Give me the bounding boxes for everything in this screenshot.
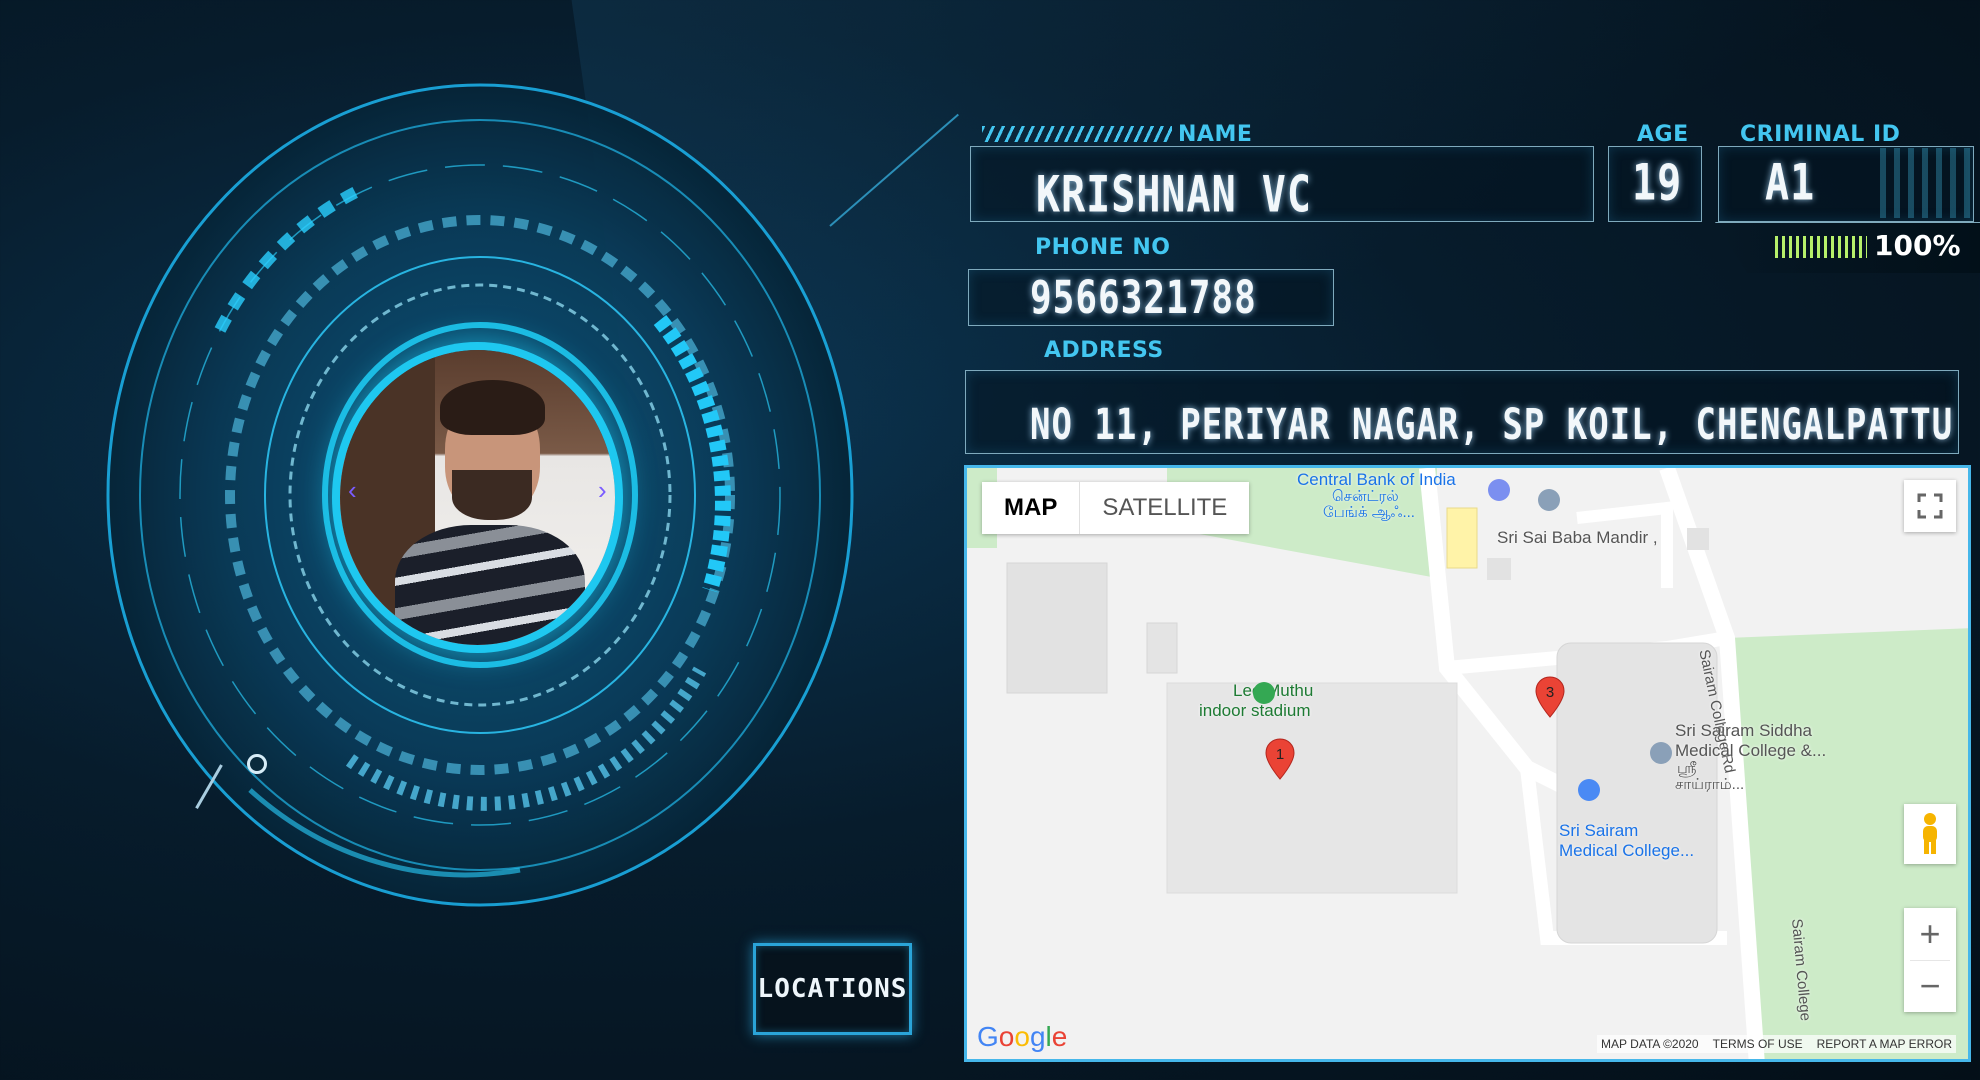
fullscreen-icon[interactable] [1904,480,1956,532]
pegman-icon[interactable] [1904,804,1956,864]
report-error-link[interactable]: REPORT A MAP ERROR [1817,1037,1952,1051]
match-percent: 100% [1874,229,1961,262]
name-label: NAME [1178,122,1253,147]
map-label-siddha-2: Medical College &... [1675,741,1827,760]
map-data-text: MAP DATA ©2020 [1601,1037,1699,1051]
google-logo: Google [977,1021,1068,1052]
name-stripes [982,126,1172,142]
shopping-icon[interactable] [1577,778,1601,802]
terms-link[interactable]: TERMS OF USE [1713,1037,1803,1051]
location-marker[interactable]: 1 [1265,738,1295,780]
map-canvas[interactable] [967,468,1971,1062]
criminal-id-bars [1880,148,1970,218]
zoom-control[interactable]: + − [1904,908,1956,1012]
age-value: 19 [1632,154,1683,212]
marker-label: 1 [1275,746,1285,763]
map-label-medical-1[interactable]: Sri Sairam [1559,821,1638,841]
match-meter [1775,236,1867,258]
suspect-photo [340,350,615,645]
hud-scanner: ‹ › [100,70,860,920]
map-type-satellite[interactable]: SATELLITE [1080,482,1249,534]
phone-label: PHONE NO [1035,235,1171,260]
address-value: NO 11, PERIYAR NAGAR, SP KOIL, CHENGALPA… [1030,400,1954,450]
stadium-icon[interactable] [1252,681,1276,705]
age-label: AGE [1637,122,1689,147]
school-icon[interactable] [1649,741,1673,765]
map-widget[interactable]: MAP SATELLITE + − Central Bank of India … [964,465,1971,1062]
map-label-temple[interactable]: Sri Sai Baba Mandir , [1497,528,1658,548]
zoom-out-button[interactable]: − [1910,959,1950,1013]
map-attribution: MAP DATA ©2020 TERMS OF USE REPORT A MAP… [1597,1035,1956,1053]
map-label-bank[interactable]: Central Bank of India [1297,470,1456,490]
map-label-siddha-4: சாய்ராம்... [1675,776,1745,793]
hud-pin [247,754,267,774]
map-type-control[interactable]: MAP SATELLITE [982,482,1250,534]
phone-value: 9566321788 [1030,272,1257,325]
map-label-bank-tamil2: பேங்க் ஆஃ... [1323,504,1415,521]
marker-label: 3 [1545,684,1555,701]
criminal-id-value: A1 [1765,154,1816,212]
chevron-right-icon[interactable]: › [598,475,607,506]
location-marker[interactable]: 3 [1535,676,1565,718]
map-type-map[interactable]: MAP [982,482,1081,534]
bank-icon[interactable] [1487,478,1511,502]
locations-button[interactable]: LOCATIONS [753,943,912,1035]
criminal-id-label: CRIMINAL ID [1740,122,1901,147]
zoom-in-button[interactable]: + [1919,908,1940,960]
name-value: KRISHNAN VC [1036,166,1312,224]
map-label-siddha-1[interactable]: Sri Sairam Siddha [1675,721,1812,741]
chevron-left-icon[interactable]: ‹ [348,475,357,506]
map-label-medical-2: Medical College... [1559,841,1695,860]
temple-icon[interactable] [1537,488,1561,512]
address-label: ADDRESS [1044,338,1164,363]
